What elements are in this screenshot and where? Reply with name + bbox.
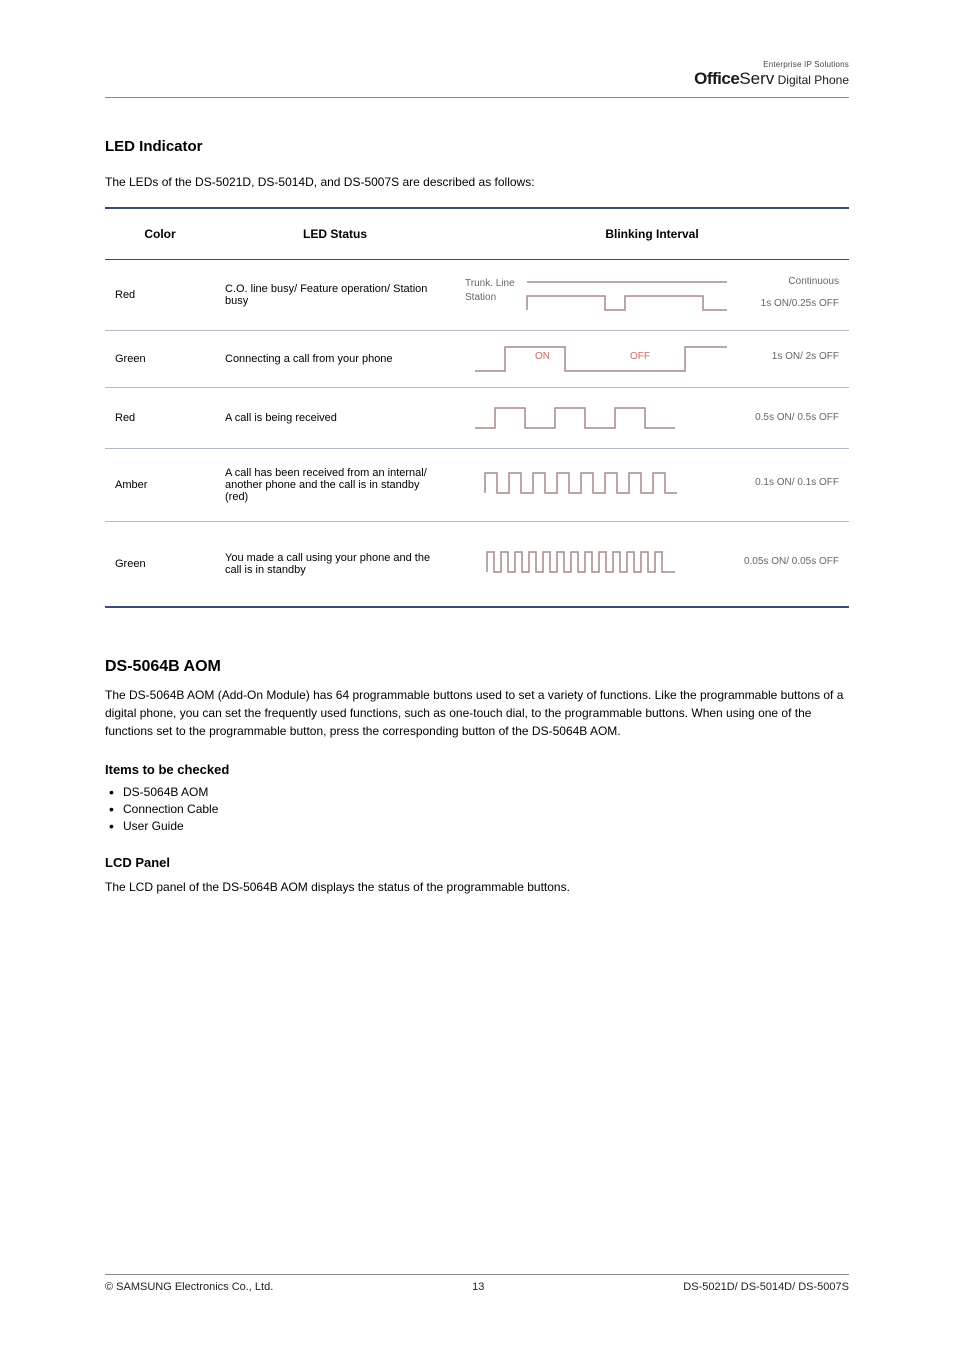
wave-diagram: 0.5s ON/ 0.5s OFF [465,398,839,438]
cell-color: Green [105,331,215,388]
brand-office: Office [694,69,739,88]
brand-logo: OfficeServ Digital Phone [105,69,849,89]
brand-product: Digital Phone [774,73,849,87]
led-table: Color LED Status Blinking Interval Red C… [105,207,849,608]
cell-color: Red [105,260,215,331]
col-status: LED Status [215,208,455,260]
waveform-icon [465,532,825,588]
list-item: User Guide [123,819,849,833]
brand-tagline: Enterprise IP Solutions [105,60,849,69]
cell-wave: 0.1s ON/ 0.1s OFF [455,449,849,522]
table-row: Green Connecting a call from your phone … [105,331,849,388]
wave-diagram: Trunk. Line Station Continuous 1s ON/0.2… [465,270,839,320]
waveform-icon [465,341,825,375]
cell-color: Green [105,522,215,608]
cell-status: Connecting a call from your phone [215,331,455,388]
section-title: LED Indicator [105,138,849,155]
lcd-heading: LCD Panel [105,855,849,870]
footer-model: DS-5021D/ DS-5014D/ DS-5007S [683,1281,849,1293]
col-color: Color [105,208,215,260]
wave-diagram: 1s ON/ 2s OFF ON OFF [465,341,839,377]
lcd-text: The LCD panel of the DS-5064B AOM displa… [105,878,849,896]
list-item: Connection Cable [123,802,849,816]
cell-status: A call has been received from an interna… [215,449,455,522]
wave-diagram: 0.05s ON/ 0.05s OFF [465,532,839,596]
brand-header: Enterprise IP Solutions OfficeServ Digit… [105,60,849,98]
page-footer: © SAMSUNG Electronics Co., Ltd. 13 DS-50… [105,1274,849,1293]
items-list: DS-5064B AOM Connection Cable User Guide [105,785,849,833]
addon-description: The DS-5064B AOM (Add-On Module) has 64 … [105,686,849,740]
waveform-icon [465,270,825,316]
cell-wave: 0.05s ON/ 0.05s OFF [455,522,849,608]
table-row: Red A call is being received 0.5s ON/ 0.… [105,388,849,449]
cell-wave: Trunk. Line Station Continuous 1s ON/0.2… [455,260,849,331]
waveform-icon [465,459,825,503]
cell-color: Red [105,388,215,449]
table-row: Green You made a call using your phone a… [105,522,849,608]
footer-page: 13 [472,1281,484,1293]
table-header-row: Color LED Status Blinking Interval [105,208,849,260]
brand-serv: Serv [739,69,774,88]
col-interval: Blinking Interval [455,208,849,260]
wave-diagram: 0.1s ON/ 0.1s OFF [465,459,839,511]
cell-status: You made a call using your phone and the… [215,522,455,608]
cell-wave: 0.5s ON/ 0.5s OFF [455,388,849,449]
items-heading: Items to be checked [105,762,849,777]
waveform-icon [465,398,825,434]
addon-title: DS-5064B AOM [105,658,849,676]
table-row: Red C.O. line busy/ Feature operation/ S… [105,260,849,331]
cell-status: C.O. line busy/ Feature operation/ Stati… [215,260,455,331]
footer-copyright: © SAMSUNG Electronics Co., Ltd. [105,1281,273,1293]
cell-wave: 1s ON/ 2s OFF ON OFF [455,331,849,388]
cell-status: A call is being received [215,388,455,449]
cell-color: Amber [105,449,215,522]
table-row: Amber A call has been received from an i… [105,449,849,522]
section-note: The LEDs of the DS-5021D, DS-5014D, and … [105,175,849,189]
list-item: DS-5064B AOM [123,785,849,799]
